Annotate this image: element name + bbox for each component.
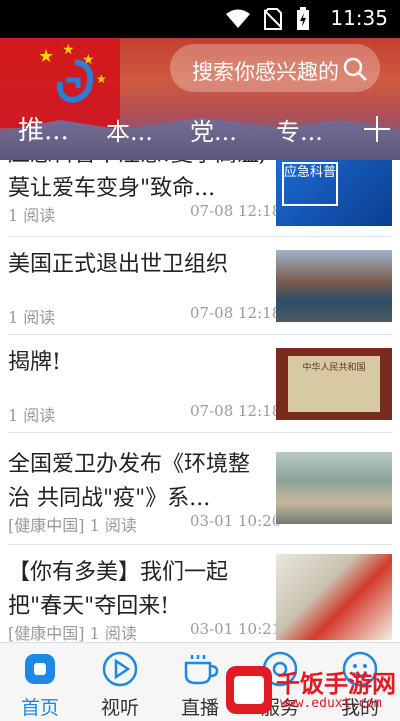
play-icon — [102, 651, 138, 687]
article-time: 03-01 10:21 — [190, 620, 282, 638]
article-thumbnail: 中华人民共和国 — [276, 348, 392, 420]
article-thumbnail — [276, 554, 392, 640]
tab-local[interactable]: 本... — [106, 112, 153, 147]
add-tab-icon[interactable] — [362, 114, 392, 144]
app-header: ★ ★ ★ ★ 搜索你感兴趣的 推... 本... 党... 专... — [0, 38, 400, 160]
thumbnail-label: 中华人民共和国 — [288, 356, 380, 412]
thumbnail-label: 应急科普 — [282, 162, 338, 206]
list-item[interactable]: 揭牌! 1 阅读 07-08 12:18 中华人民共和国 — [8, 334, 392, 433]
category-tabs: 推... 本... 党... 专... — [0, 104, 400, 156]
article-reads: 1 阅读 — [89, 624, 137, 642]
article-time: 07-08 12:18 — [190, 402, 282, 420]
watermark-url: www.eduxt.com — [280, 696, 382, 711]
article-reads: 1 阅读 — [89, 516, 137, 535]
article-time: 07-08 12:18 — [190, 304, 282, 322]
article-thumbnail: 应急科普 — [276, 160, 392, 226]
article-title: 美国正式退出世卫组织 — [8, 252, 229, 277]
battery-charging-icon — [297, 7, 309, 30]
article-reads: 1 阅读 — [8, 206, 56, 225]
nav-video[interactable]: 视听 — [80, 643, 160, 721]
watermark: 千饭手游网 www.eduxt.com — [224, 662, 400, 720]
no-sim-icon — [264, 8, 282, 30]
nav-home[interactable]: 首页 — [0, 643, 80, 721]
article-thumbnail — [276, 250, 392, 322]
tab-recommend[interactable]: 推... — [18, 110, 69, 147]
clock: 11:35 — [330, 6, 388, 30]
article-list: 应急科普丨注意!夏季高温,莫让爱车变身"致命... 1 阅读 07-08 12:… — [0, 160, 400, 642]
article-time: 03-01 10:20 — [190, 512, 282, 530]
home-icon — [25, 654, 55, 684]
article-title: 应急科普丨注意!夏季高温,莫让爱车变身"致命... — [8, 160, 266, 201]
list-item[interactable]: 应急科普丨注意!夏季高温,莫让爱车变身"致命... 1 阅读 07-08 12:… — [8, 160, 392, 237]
article-time: 07-08 12:18 — [190, 202, 282, 220]
article-title: 揭牌! — [8, 350, 61, 375]
article-title: 全国爱卫办发布《环境整治 共同战"疫"》系... — [8, 452, 251, 511]
search-placeholder: 搜索你感兴趣的 — [192, 60, 339, 84]
search-icon[interactable] — [342, 56, 368, 82]
article-reads: 1 阅读 — [8, 308, 56, 327]
article-source: [健康中国] — [8, 624, 85, 642]
app-logo — [56, 59, 94, 104]
watermark-logo-icon — [226, 666, 272, 714]
article-reads: 1 阅读 — [8, 406, 56, 425]
star-icon: ★ — [62, 42, 75, 58]
article-source: [健康中国] — [8, 516, 85, 535]
cup-icon — [184, 655, 219, 685]
article-title: 【你有多美】我们一起把"春天"夺回来! — [8, 560, 229, 619]
search-bar[interactable]: 搜索你感兴趣的 — [170, 44, 380, 92]
tab-special[interactable]: 专... — [276, 112, 323, 147]
status-bar: 11:35 — [0, 0, 400, 38]
article-meta: [健康中国] 1 阅读 — [8, 512, 137, 536]
watermark-text: 千饭手游网 — [276, 670, 396, 698]
wifi-icon — [226, 9, 250, 28]
list-item[interactable]: 全国爱卫办发布《环境整治 共同战"疫"》系... [健康中国] 1 阅读 03-… — [8, 432, 392, 545]
article-thumbnail — [276, 452, 392, 524]
article-meta: [健康中国] 1 阅读 — [8, 620, 137, 642]
list-item[interactable]: 【你有多美】我们一起把"春天"夺回来! [健康中国] 1 阅读 03-01 10… — [8, 544, 392, 642]
list-item[interactable]: 美国正式退出世卫组织 1 阅读 07-08 12:18 — [8, 236, 392, 335]
tab-party[interactable]: 党... — [190, 112, 237, 147]
nav-video-label: 视听 — [100, 697, 139, 719]
nav-home-label: 首页 — [20, 697, 59, 719]
